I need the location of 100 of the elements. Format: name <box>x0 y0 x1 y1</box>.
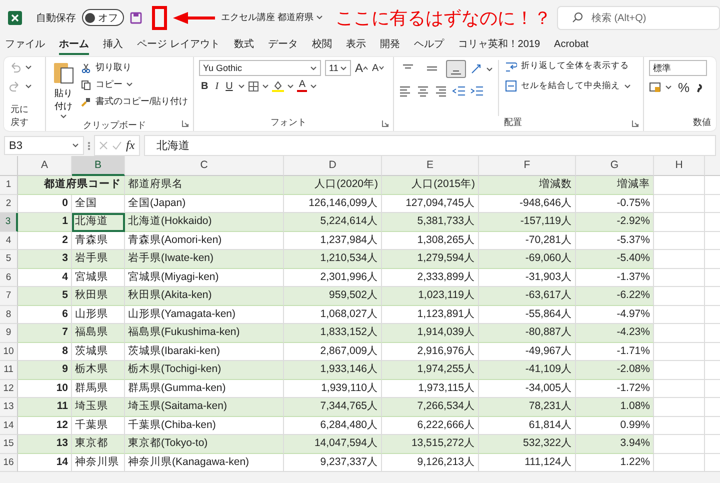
grow-font-button[interactable]: A <box>355 61 368 75</box>
table-cell: 福島県 <box>72 324 125 342</box>
table-cell: 人口(2020年) <box>284 176 382 194</box>
caret-icon[interactable] <box>286 84 294 88</box>
ribbon-tab[interactable]: ファイル <box>5 35 45 55</box>
caret-icon[interactable] <box>126 82 134 87</box>
caret-icon[interactable] <box>25 65 32 70</box>
row-header[interactable]: 13 <box>0 398 18 416</box>
caret-icon[interactable] <box>340 66 347 70</box>
caret-icon[interactable] <box>262 84 269 88</box>
insert-function-button[interactable]: fx <box>126 138 135 153</box>
fill-color-icon[interactable] <box>272 80 284 92</box>
caret-icon[interactable] <box>665 85 672 90</box>
font-color-button[interactable]: A <box>296 80 308 92</box>
autosave-toggle[interactable]: オフ <box>82 9 124 26</box>
caret-icon[interactable] <box>72 143 79 148</box>
number-format-field[interactable]: 標準 <box>649 60 707 76</box>
ribbon-tab[interactable]: ホーム <box>59 35 89 55</box>
caret-icon[interactable] <box>238 84 245 88</box>
dialog-launcher-icon[interactable] <box>382 120 389 127</box>
column-header[interactable]: B <box>72 156 125 176</box>
row-header[interactable]: 5 <box>0 250 18 268</box>
ribbon-tab[interactable]: 表示 <box>346 35 366 55</box>
align-icon[interactable] <box>434 84 448 98</box>
highlight-frame <box>152 6 167 30</box>
paste-button[interactable]: 貼り付け <box>51 60 76 119</box>
bold-button[interactable]: B <box>199 80 210 92</box>
font-size-field[interactable]: 11 <box>325 60 351 76</box>
table-cell: 13,515,272人 <box>382 435 479 454</box>
cut-button[interactable]: 切り取り <box>81 61 188 74</box>
ribbon-tab[interactable]: Acrobat <box>554 36 588 54</box>
row-header[interactable]: 3 <box>0 213 18 232</box>
ribbon-tab[interactable]: ページ レイアウト <box>137 35 220 55</box>
row-header[interactable]: 9 <box>0 324 18 342</box>
caret-icon[interactable] <box>624 84 631 88</box>
table-cell: -63,617人 <box>479 287 576 306</box>
drag-handle-icon[interactable] <box>88 142 90 150</box>
wrap-icon[interactable] <box>505 60 517 72</box>
percent-button[interactable]: % <box>676 80 692 95</box>
caret-icon[interactable] <box>316 15 324 20</box>
increase-indent-icon[interactable] <box>470 84 484 98</box>
shrink-font-button[interactable]: A <box>372 62 384 74</box>
format-painter-button[interactable]: 書式のコピー/貼り付け <box>81 95 188 108</box>
row-header[interactable]: 14 <box>0 416 18 435</box>
row-header[interactable]: 10 <box>0 342 18 361</box>
ribbon-tab[interactable]: 挿入 <box>103 35 123 55</box>
row-header[interactable]: 8 <box>0 306 18 324</box>
merge-icon[interactable] <box>505 80 517 92</box>
caret-icon[interactable] <box>25 84 32 89</box>
table-cell: -157,119人 <box>479 213 576 232</box>
scissors-icon[interactable] <box>81 62 92 72</box>
formula-field[interactable]: 北海道 <box>144 135 716 156</box>
ribbon-tab[interactable]: 数式 <box>234 35 254 55</box>
merge-center-button[interactable]: セルを結合して中央揃え <box>505 80 631 92</box>
name-box[interactable]: B3 <box>4 136 84 155</box>
borders-icon[interactable] <box>248 80 259 92</box>
row-header[interactable]: 2 <box>0 194 18 213</box>
copy-button[interactable]: コピー <box>81 78 188 91</box>
font-name-field[interactable]: Yu Gothic <box>199 60 321 76</box>
document-title[interactable]: エクセル講座 都道府県 <box>220 11 314 24</box>
caret-icon[interactable] <box>60 114 68 119</box>
orientation-icon[interactable] <box>470 63 482 75</box>
row-header[interactable]: 16 <box>0 454 18 472</box>
copy-icon[interactable] <box>81 80 92 90</box>
wrap-text-button[interactable]: 折り返して全体を表示する <box>505 60 631 72</box>
empty-cell <box>654 342 705 361</box>
ribbon-tab[interactable]: 開発 <box>380 35 400 55</box>
caret-icon[interactable] <box>310 66 317 70</box>
italic-button[interactable]: I <box>213 80 221 92</box>
ribbon-tab[interactable]: 校閲 <box>312 35 332 55</box>
align-icon[interactable] <box>416 84 430 98</box>
table-cell: -5.40% <box>576 250 654 268</box>
group-label: 元に戻す <box>10 103 30 129</box>
caret-icon[interactable] <box>310 84 318 88</box>
group-label: 数値 <box>692 116 711 129</box>
table-cell: 1,833,152人 <box>284 324 382 342</box>
dialog-launcher-icon[interactable] <box>182 120 189 127</box>
ribbon-tab[interactable]: データ <box>268 35 298 55</box>
row-header[interactable]: 15 <box>0 435 18 454</box>
table-cell: 532,322人 <box>479 435 576 454</box>
underline-button[interactable]: U <box>224 80 235 92</box>
row-header[interactable]: 12 <box>0 380 18 398</box>
table-cell: -80,887人 <box>479 324 576 342</box>
caret-icon[interactable] <box>486 66 493 72</box>
row-header[interactable]: 7 <box>0 287 18 306</box>
brush-icon[interactable] <box>81 96 92 106</box>
save-icon[interactable] <box>130 12 142 24</box>
decrease-indent-icon[interactable] <box>452 84 466 98</box>
comma-icon[interactable] <box>696 82 702 92</box>
ribbon-tab[interactable]: ヘルプ <box>414 35 444 55</box>
dialog-launcher-icon[interactable] <box>632 120 639 127</box>
align-icon[interactable] <box>398 84 412 98</box>
search-field[interactable]: 検索 (Alt+Q) <box>557 6 720 30</box>
column-header[interactable]: H <box>654 156 705 176</box>
vertical-align-icon[interactable] <box>446 60 466 78</box>
ribbon-tab[interactable]: コリャ英和！2019 <box>458 35 540 55</box>
row-header[interactable]: 4 <box>0 232 18 250</box>
row-header[interactable]: 1 <box>0 176 18 194</box>
row-header[interactable]: 6 <box>0 268 18 287</box>
row-header[interactable]: 11 <box>0 361 18 380</box>
